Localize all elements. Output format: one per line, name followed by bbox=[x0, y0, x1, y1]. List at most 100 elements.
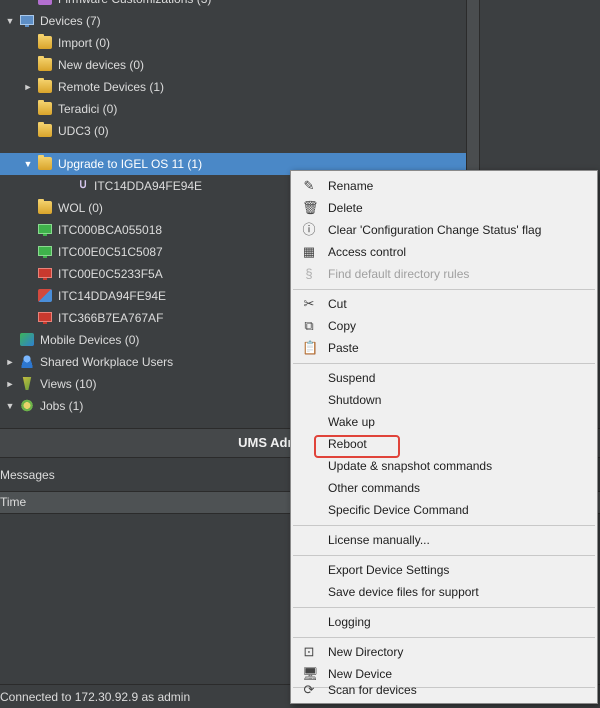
folder-icon bbox=[38, 155, 52, 170]
devices-monitor-icon bbox=[20, 15, 34, 27]
menu-item-access-control[interactable]: ▦ Access control bbox=[291, 241, 597, 263]
expand-arrow-icon[interactable]: ▼ bbox=[5, 395, 15, 417]
folder-icon bbox=[38, 56, 52, 71]
menu-item-paste[interactable]: 📋 Paste bbox=[291, 337, 597, 359]
menu-item-clear-flag[interactable]: ⓘ Clear 'Configuration Change Status' fl… bbox=[291, 219, 597, 241]
tree-item-label: Firmware Customizations (3) bbox=[58, 0, 211, 10]
menu-item-specific-device-command[interactable]: Specific Device Command bbox=[291, 499, 597, 521]
tree-item-label: Upgrade to IGEL OS 11 (1) bbox=[58, 157, 203, 171]
tree-item-firmware-customizations[interactable]: Firmware Customizations (3) bbox=[0, 0, 466, 10]
folder-icon bbox=[38, 122, 52, 137]
tree-item-devices[interactable]: ▼ Devices (7) bbox=[0, 10, 466, 32]
connection-status: Connected to 172.30.92.9 as admin bbox=[0, 690, 191, 704]
menu-item-label: Access control bbox=[328, 245, 407, 259]
menu-separator bbox=[293, 289, 595, 290]
menu-item-scan-for-devices[interactable]: ⟳ Scan for devices bbox=[291, 679, 597, 701]
tree-item-label: Jobs (1) bbox=[40, 399, 84, 413]
menu-item-license-manually[interactable]: License manually... bbox=[291, 529, 597, 551]
menu-item-label: Delete bbox=[328, 201, 363, 215]
menu-item-label: Update & snapshot commands bbox=[328, 459, 493, 473]
menu-item-label: Scan for devices bbox=[328, 683, 417, 697]
menu-item-other-commands[interactable]: Other commands bbox=[291, 477, 597, 499]
rules-icon: § bbox=[305, 266, 313, 281]
tree-item-label: Remote Devices (1) bbox=[58, 80, 165, 94]
tree-item-teradici[interactable]: Teradici (0) bbox=[0, 98, 466, 120]
expand-arrow-icon[interactable]: ► bbox=[5, 373, 15, 395]
time-column-header[interactable]: Time bbox=[0, 495, 26, 509]
tree-item-new-devices[interactable]: New devices (0) bbox=[0, 54, 466, 76]
udc-device-icon: ᑌ bbox=[79, 180, 87, 191]
expand-arrow-icon[interactable]: ▼ bbox=[23, 153, 33, 175]
menu-item-label: Clear 'Configuration Change Status' flag bbox=[328, 223, 542, 237]
copy-icon: ⧉ bbox=[304, 318, 314, 333]
menu-item-copy[interactable]: ⧉ Copy bbox=[291, 315, 597, 337]
menu-item-label: Find default directory rules bbox=[328, 267, 470, 281]
expand-arrow-icon[interactable]: ► bbox=[5, 351, 15, 373]
monitor-online-icon bbox=[38, 246, 52, 258]
menu-item-label: Export Device Settings bbox=[328, 563, 450, 577]
tree-item-label: Teradici (0) bbox=[58, 102, 118, 116]
monitor-offline-icon bbox=[38, 268, 52, 280]
menu-item-cut[interactable]: ✂ Cut bbox=[291, 293, 597, 315]
tree-item-udc3[interactable]: UDC3 (0) bbox=[0, 120, 466, 142]
tree-item-label: New devices (0) bbox=[58, 58, 145, 72]
tree-item-label: ITC00E0C5233F5A bbox=[58, 267, 163, 281]
folder-icon bbox=[38, 34, 52, 49]
menu-item-delete[interactable]: 🗑 Delete bbox=[291, 197, 597, 219]
mobile-devices-icon bbox=[20, 333, 34, 346]
tree-item-label: ITC14DDA94FE94E bbox=[58, 289, 167, 303]
paste-icon: 📋 bbox=[302, 340, 319, 355]
scan-icon: ⟳ bbox=[303, 682, 315, 697]
messages-title: Messages bbox=[0, 468, 55, 482]
menu-separator bbox=[293, 637, 595, 638]
menu-item-label: Shutdown bbox=[328, 393, 382, 407]
expand-arrow-icon[interactable]: ► bbox=[23, 76, 33, 98]
menu-item-find-default-rules: § Find default directory rules bbox=[291, 263, 597, 285]
menu-item-label: Cut bbox=[328, 297, 347, 311]
folder-icon bbox=[38, 199, 52, 214]
folder-icon bbox=[38, 100, 52, 115]
access-control-icon: ▦ bbox=[302, 244, 316, 259]
new-directory-icon: ⊡ bbox=[303, 644, 315, 659]
menu-item-new-directory[interactable]: ⊡ New Directory bbox=[291, 641, 597, 663]
tree-item-remote-devices[interactable]: ► Remote Devices (1) bbox=[0, 76, 466, 98]
menu-separator bbox=[293, 525, 595, 526]
menu-item-label: Save device files for support bbox=[328, 585, 479, 599]
tree-item-label: Mobile Devices (0) bbox=[40, 333, 140, 347]
tree-item-label: Import (0) bbox=[58, 36, 111, 50]
tree-item-label: Views (10) bbox=[40, 377, 97, 391]
menu-item-label: Logging bbox=[328, 615, 371, 629]
menu-item-update-snapshot[interactable]: Update & snapshot commands bbox=[291, 455, 597, 477]
menu-item-label: Other commands bbox=[328, 481, 421, 495]
user-icon bbox=[20, 355, 34, 368]
tree-item-import[interactable]: Import (0) bbox=[0, 32, 466, 54]
views-icon bbox=[22, 377, 32, 390]
tree-item-label: WOL (0) bbox=[58, 201, 103, 215]
firmware-customization-icon bbox=[38, 0, 52, 5]
device-swap-icon bbox=[38, 289, 52, 302]
menu-item-label: Suspend bbox=[328, 371, 376, 385]
menu-item-label: Copy bbox=[328, 319, 357, 333]
menu-item-label: New Directory bbox=[328, 645, 404, 659]
tree-item-label: ITC000BCA055018 bbox=[58, 223, 163, 237]
menu-item-label: Wake up bbox=[328, 415, 375, 429]
jobs-icon bbox=[20, 399, 34, 412]
expand-arrow-icon[interactable]: ▼ bbox=[5, 10, 15, 32]
tree-item-label: Shared Workplace Users bbox=[40, 355, 174, 369]
monitor-offline-icon bbox=[38, 312, 52, 324]
menu-item-logging[interactable]: Logging bbox=[291, 611, 597, 633]
menu-item-label: Paste bbox=[328, 341, 359, 355]
menu-item-save-device-files[interactable]: Save device files for support bbox=[291, 581, 597, 603]
pencil-icon: ✎ bbox=[303, 178, 315, 193]
menu-separator bbox=[293, 555, 595, 556]
menu-item-shutdown[interactable]: Shutdown bbox=[291, 389, 597, 411]
tree-item-label: ITC00E0C51C5087 bbox=[58, 245, 163, 259]
tree-item-label: Devices (7) bbox=[40, 14, 101, 28]
menu-item-suspend[interactable]: Suspend bbox=[291, 367, 597, 389]
alert-icon: ⓘ bbox=[302, 222, 316, 237]
menu-item-export-settings[interactable]: Export Device Settings bbox=[291, 559, 597, 581]
tree-item-label: UDC3 (0) bbox=[58, 124, 109, 138]
menu-item-wake-up[interactable]: Wake up bbox=[291, 411, 597, 433]
menu-separator bbox=[293, 363, 595, 364]
menu-item-rename[interactable]: ✎ Rename bbox=[291, 175, 597, 197]
